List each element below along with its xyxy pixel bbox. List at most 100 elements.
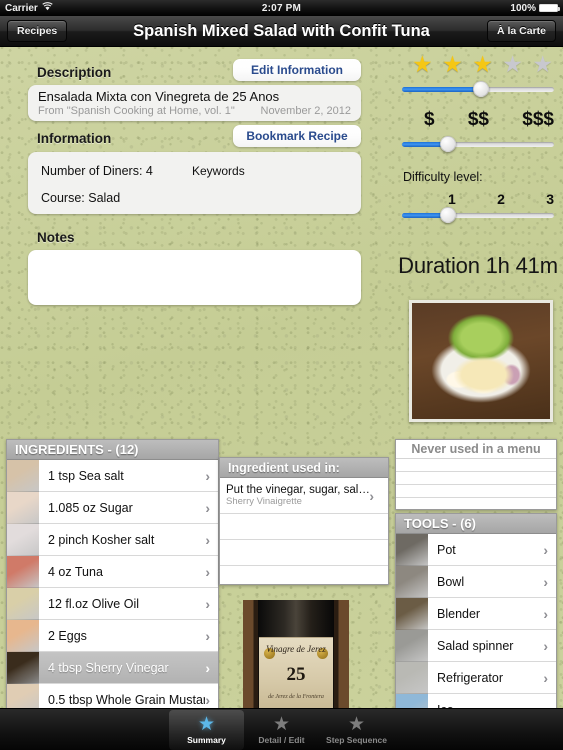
ingredients-panel: INGREDIENTS - (12) 1 tsp Sea salt › 1.085 … (6, 439, 219, 750)
used-in-row[interactable]: Put the vinegar, sugar, sal… Sherry Vinai… (220, 478, 388, 514)
bookmark-recipe-button[interactable]: Bookmark Recipe (233, 125, 361, 147)
star-icon-5[interactable]: ★ (532, 53, 553, 76)
star-icon-4[interactable]: ★ (502, 53, 523, 76)
star-icon-1[interactable]: ★ (412, 53, 433, 76)
price-slider[interactable] (402, 136, 554, 152)
ingredients-list: 1 tsp Sea salt › 1.085 oz Sugar › 2 pinch Ko… (7, 459, 218, 716)
tool-row[interactable]: Salad spinner › (396, 629, 556, 662)
menu-empty-row (396, 459, 556, 472)
recipe-date: November 2, 2012 (260, 105, 352, 117)
chevron-right-icon: › (205, 627, 210, 644)
bottle-label-number: 25 (286, 664, 306, 686)
ingredient-thumbnail (7, 587, 39, 620)
status-bar-time: 2:07 PM (261, 2, 302, 14)
ingredient-label: 12 fl.oz Olive Oil (48, 596, 140, 611)
chevron-right-icon: › (369, 487, 374, 504)
ingredient-label: 2 pinch Kosher salt (48, 532, 155, 547)
chevron-right-icon: › (205, 595, 210, 612)
price-levels: $ $$ $$$ (424, 109, 554, 131)
ingredients-header: INGREDIENTS - (12) (7, 440, 218, 460)
recipe-photo[interactable] (409, 300, 553, 422)
used-in-empty-row (220, 566, 388, 584)
tool-thumbnail (396, 597, 428, 630)
difficulty-level-3: 3 (546, 191, 554, 207)
chevron-right-icon: › (205, 659, 210, 676)
price-slider-thumb[interactable] (439, 136, 456, 152)
ingredient-row[interactable]: 4 oz Tuna › (7, 555, 218, 588)
diners-value: Number of Diners: 4 (41, 164, 153, 178)
duration-label: Duration 1h 41m (398, 253, 558, 278)
ingredient-used-in-panel: Ingredient used in: Put the vinegar, sug… (219, 457, 389, 585)
tool-label: Salad spinner (437, 638, 514, 653)
description-panel[interactable]: Ensalada Mixta con Vinegreta de 25 Anos … (28, 85, 361, 121)
difficulty-slider[interactable] (402, 207, 554, 223)
menu-empty-row (396, 498, 556, 509)
tool-row[interactable]: Refrigerator › (396, 661, 556, 694)
ingredient-row[interactable]: 2 pinch Kosher salt › (7, 523, 218, 556)
rating-slider[interactable] (402, 81, 554, 97)
difficulty-slider-track (402, 212, 554, 218)
used-in-text: Put the vinegar, sugar, sal… Sherry Vinai… (226, 484, 369, 507)
price-level-3: $$$ (522, 109, 554, 130)
notes-field[interactable] (28, 250, 361, 305)
ingredient-thumbnail (7, 491, 39, 524)
information-panel[interactable]: Number of Diners: 4 Keywords Course: Sal… (28, 152, 361, 214)
bottle-label-top: Vinagre de Jerez (266, 644, 326, 655)
ingredient-used-in-header: Ingredient used in: (220, 458, 388, 478)
chevron-right-icon: › (205, 499, 210, 516)
ingredient-row[interactable]: 2 Eggs › (7, 619, 218, 652)
back-button-recipes[interactable]: Recipes (7, 20, 68, 42)
rating-stars[interactable]: ★ ★ ★ ★ ★ (412, 53, 553, 76)
menu-usage-list (396, 459, 556, 509)
ingredient-thumbnail (7, 651, 39, 684)
status-bar-left: Carrier (0, 2, 150, 14)
tab-label: Step Sequence (326, 734, 387, 745)
recipe-source: From "Spanish Cooking at Home, vol. 1" (38, 105, 235, 117)
chevron-right-icon: › (543, 573, 548, 590)
navigation-bar: Recipes Spanish Mixed Salad with Confit … (0, 16, 563, 47)
rating-slider-fill (402, 86, 482, 92)
ingredient-label: 1.085 oz Sugar (48, 500, 133, 515)
rating-slider-thumb[interactable] (473, 81, 490, 97)
chevron-right-icon: › (205, 563, 210, 580)
wifi-icon (42, 2, 53, 14)
bottle-neck (257, 600, 335, 638)
ingredient-row[interactable]: 1 tsp Sea salt › (7, 459, 218, 492)
price-level-2: $$ (467, 109, 489, 130)
chevron-right-icon: › (543, 669, 548, 686)
difficulty-slider-thumb[interactable] (439, 207, 456, 223)
chevron-right-icon: › (205, 467, 210, 484)
notes-value (28, 250, 361, 262)
used-in-subtitle: Sherry Vinaigrette (226, 496, 302, 507)
difficulty-level-1: 1 (448, 191, 456, 207)
a-la-carte-button[interactable]: À la Carte (486, 20, 556, 42)
tool-label: Bowl (437, 574, 465, 589)
battery-percent-label: 100% (510, 2, 536, 14)
notes-heading: Notes (37, 230, 75, 245)
ingredient-row[interactable]: 12 fl.oz Olive Oil › (7, 587, 218, 620)
price-slider-track (402, 141, 554, 147)
status-bar-right: 100% (413, 3, 563, 14)
tab-step-sequence[interactable]: ★ Step Sequence (319, 710, 394, 750)
ingredient-used-in-list: Put the vinegar, sugar, sal… Sherry Vinai… (220, 478, 388, 584)
bottle-image: Vinagre de Jerez 25 de Jerez de la Front… (243, 600, 349, 710)
tool-row[interactable]: Pot › (396, 533, 556, 566)
star-icon-3[interactable]: ★ (472, 53, 493, 76)
chevron-right-icon: › (205, 531, 210, 548)
difficulty-label: Difficulty level: (403, 170, 483, 184)
chevron-right-icon: › (205, 691, 210, 708)
star-icon: ★ (347, 713, 366, 735)
ingredient-row[interactable]: 1.085 oz Sugar › (7, 491, 218, 524)
tool-row[interactable]: Bowl › (396, 565, 556, 598)
ingredient-row[interactable]: 4 tbsp Sherry Vinegar › (7, 651, 218, 684)
tab-detail-edit[interactable]: ★ Detail / Edit (244, 710, 319, 750)
tab-summary[interactable]: ★ Summary (169, 709, 244, 750)
tool-thumbnail (396, 533, 428, 566)
edit-information-button[interactable]: Edit Information (233, 59, 361, 81)
tool-label: Pot (437, 542, 456, 557)
ingredient-thumbnail (7, 619, 39, 652)
used-in-title: Put the vinegar, sugar, sal… (226, 484, 370, 496)
star-icon-2[interactable]: ★ (442, 53, 463, 76)
tool-row[interactable]: Blender › (396, 597, 556, 630)
chevron-right-icon: › (543, 541, 548, 558)
